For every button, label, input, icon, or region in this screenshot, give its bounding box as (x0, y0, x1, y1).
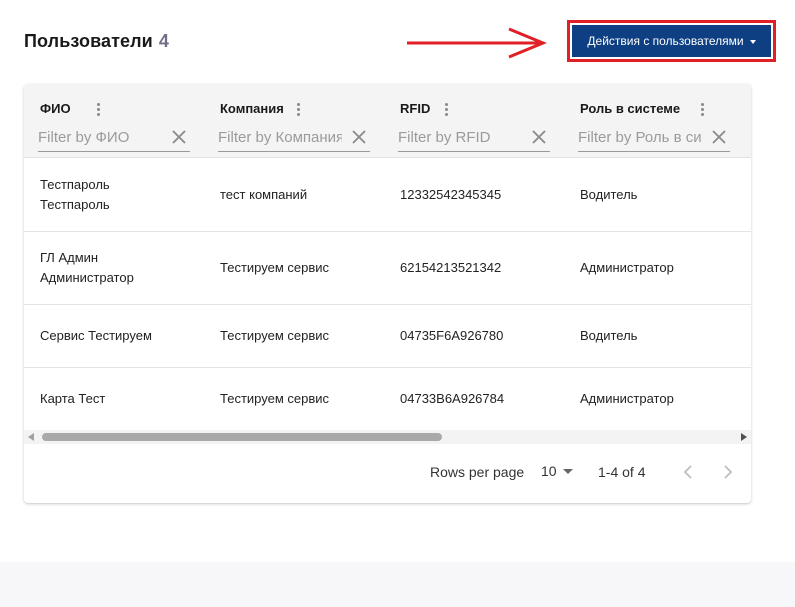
rows-per-page-value: 10 (541, 463, 557, 479)
table-row[interactable]: ГЛ Админ Администратор Тестируем сервис … (24, 232, 751, 305)
more-vert-icon[interactable] (438, 100, 454, 118)
column-header-label: ФИО (40, 101, 71, 116)
more-vert-icon[interactable] (290, 100, 306, 118)
filter-input-rfid[interactable] (398, 124, 522, 150)
caret-down-icon (562, 468, 573, 474)
caret-down-icon (749, 39, 756, 44)
cell-rfid: 62154213521342 (400, 260, 502, 275)
close-icon[interactable] (710, 128, 728, 146)
actions-button-highlight: Действия с пользователями (567, 20, 776, 62)
cell-role: Администратор (580, 391, 674, 406)
column-header-label: Роль в системе (580, 101, 681, 116)
pagination-range: 1-4 of 4 (598, 464, 646, 480)
user-actions-label: Действия с пользователями (587, 34, 744, 48)
filter-fio (38, 124, 190, 152)
user-actions-button[interactable]: Действия с пользователями (572, 25, 771, 57)
cell-role: Администратор (580, 260, 674, 275)
cell-company: Тестируем сервис (220, 391, 330, 406)
filter-input-company[interactable] (218, 124, 342, 150)
cell-company: Тестируем сервис (220, 260, 330, 275)
cell-fio: Сервис Тестируем (40, 328, 152, 343)
table-row[interactable]: Карта Тест Тестируем сервис 04733B6A9267… (24, 368, 751, 431)
more-vert-icon[interactable] (694, 100, 710, 118)
scrollbar-thumb[interactable] (42, 433, 442, 441)
column-header-fio[interactable]: ФИО (24, 84, 204, 158)
close-icon[interactable] (530, 128, 548, 146)
cell-rfid: 12332542345345 (400, 186, 502, 202)
table-row[interactable]: Тестпароль Тестпароль тест компаний 1233… (24, 158, 751, 232)
table-row[interactable]: Сервис Тестируем Тестируем сервис 04735F… (24, 305, 751, 368)
column-header-role[interactable]: Роль в системе (564, 84, 744, 158)
horizontal-scrollbar[interactable] (24, 430, 751, 444)
close-icon[interactable] (170, 128, 188, 146)
page-title: Пользователи 4 (24, 31, 169, 52)
filter-input-role[interactable] (578, 124, 702, 150)
cell-company: тест компаний (220, 186, 308, 202)
cell-fio: Карта Тест (40, 391, 106, 406)
chevron-right-icon[interactable] (717, 461, 739, 483)
scroll-right-icon[interactable] (741, 433, 747, 441)
pagination: Rows per page 10 1-4 of 4 (24, 444, 751, 503)
filter-company (218, 124, 370, 152)
rows-per-page-label: Rows per page (430, 464, 525, 480)
column-header-company[interactable]: Компания (204, 84, 384, 158)
cell-fio: ГЛ Админ Администратор (40, 250, 134, 285)
table-header: ФИО Компания RFID Роль в системе (24, 84, 751, 158)
more-vert-icon[interactable] (90, 100, 106, 118)
cell-company: Тестируем сервис (220, 328, 330, 343)
footer-area (0, 562, 795, 607)
rows-per-page-select[interactable]: 10 (541, 463, 573, 479)
cell-rfid: 04735F6A926780 (400, 328, 504, 343)
column-header-label: RFID (400, 101, 431, 116)
chevron-left-icon[interactable] (677, 461, 699, 483)
filter-role (578, 124, 730, 152)
arrow-right-icon (407, 27, 547, 59)
scroll-left-icon[interactable] (28, 433, 34, 441)
filter-rfid (398, 124, 550, 152)
cell-rfid: 04733B6A926784 (400, 391, 505, 406)
users-table: ФИО Компания RFID Роль в системе (24, 84, 751, 503)
table-body: Тестпароль Тестпароль тест компаний 1233… (24, 158, 751, 431)
user-count-badge: 4 (158, 31, 169, 51)
column-header-label: Компания (220, 101, 284, 116)
cell-fio: Тестпароль Тестпароль (40, 176, 110, 212)
close-icon[interactable] (350, 128, 368, 146)
column-header-rfid[interactable]: RFID (384, 84, 564, 158)
cell-role: Водитель (580, 186, 638, 202)
cell-role: Водитель (580, 328, 638, 343)
page-title-text: Пользователи (24, 31, 153, 51)
filter-input-fio[interactable] (38, 124, 162, 150)
